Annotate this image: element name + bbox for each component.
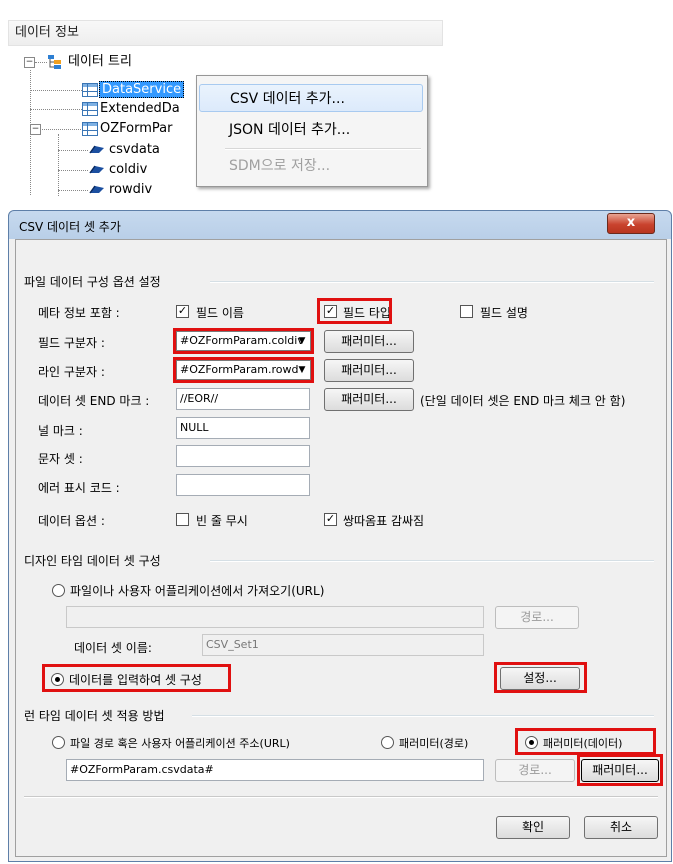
meta-info-label: 메타 정보 포함 : [38,306,120,320]
tree-item-ozformparam[interactable]: OZFormPar [100,120,172,138]
section-divider [210,560,654,562]
tree-field-rowdiv[interactable]: rowdiv [109,181,152,199]
charset-label: 문자 셋 : [38,452,83,466]
runtime-param-button[interactable]: 패러미터... [581,759,659,782]
line-separator-param-button[interactable]: 패러미터... [324,359,414,382]
tree-field-coldiv[interactable]: coldiv [109,161,147,179]
table-icon [82,83,98,97]
error-code-input[interactable] [176,474,310,496]
menu-item-add-csv[interactable]: CSV 데이터 추가... [199,84,423,112]
tree-line [35,129,81,130]
tree-line [30,90,82,91]
field-separator-param-button[interactable]: 패러미터... [324,330,414,353]
tree-item-extended[interactable]: ExtendedDa [100,100,180,118]
field-type-checkbox[interactable]: ✓ [324,305,337,318]
null-mark-label: 널 마크 : [38,424,83,438]
file-options-section-title: 파일 데이터 구성 옵션 설정 [24,275,161,289]
field-icon [89,165,104,174]
bottom-divider [24,796,658,798]
field-name-checkbox[interactable]: ✓ [176,305,189,318]
design-path-button[interactable]: 경로... [495,606,579,629]
menu-item-save-sdm[interactable]: SDM으로 저장... [199,152,423,180]
field-type-label: 필드 타입 [343,306,391,320]
radio-input-data-label: 데이터를 입력하여 셋 구성 [69,673,202,687]
line-separator-label: 라인 구분자 : [38,365,105,379]
radio-input-data[interactable] [51,673,64,686]
tree-line [58,190,88,191]
collapse-icon[interactable]: − [30,124,41,135]
tree-line [30,109,82,110]
field-icon [89,145,104,154]
table-icon [82,102,98,116]
collapse-icon[interactable]: − [24,57,35,68]
line-separator-combo[interactable]: #OZFormParam.rowd ▼ [176,360,311,380]
tree-item-dataservice[interactable]: DataService [99,81,185,99]
tree-line [35,62,47,63]
endmark-note: (단일 데이터 셋은 END 마크 체크 안 함) [420,394,626,408]
skip-empty-lines-label: 빈 줄 무시 [196,514,248,528]
radio-param-path[interactable] [381,736,394,749]
tree-field-csvdata[interactable]: csvdata [109,141,160,159]
endmark-label: 데이터 셋 END 마크 : [38,394,150,408]
tree-item-label: DataService [99,81,185,98]
settings-button[interactable]: 설정... [500,667,580,690]
dataset-name-label: 데이터 셋 이름: [74,641,152,655]
runtime-path-button[interactable]: 경로... [495,759,575,782]
design-section-title: 디자인 타임 데이터 셋 구성 [24,554,161,568]
ok-button[interactable]: 확인 [496,816,570,839]
data-option-label: 데이터 옵션 : [38,514,105,528]
skip-empty-lines-checkbox[interactable] [176,513,189,526]
combo-value: #OZFormParam.coldiv [180,334,304,347]
field-separator-combo[interactable]: #OZFormParam.coldiv ▼ [176,331,311,351]
double-quote-label: 쌍따옴표 감싸짐 [343,514,425,528]
combo-value: #OZFormParam.rowd [180,363,299,376]
dataset-name-input[interactable]: CSV_Set1 [202,634,484,656]
endmark-input[interactable]: //EOR// [176,388,310,410]
dialog-titlebar[interactable]: CSV 데이터 셋 추가 x [9,211,671,239]
csv-dataset-dialog: CSV 데이터 셋 추가 x 파일 데이터 구성 옵션 설정 메타 정보 포함 … [8,210,672,862]
double-quote-checkbox[interactable]: ✓ [324,513,337,526]
context-menu: CSV 데이터 추가... JSON 데이터 추가... SDM으로 저장... [196,75,428,187]
chevron-down-icon: ▼ [298,336,306,346]
radio-param-data-label: 패러미터(데이터) [543,737,623,750]
error-code-label: 에러 표시 코드 : [38,481,120,495]
radio-param-path-label: 패러미터(경로) [399,737,469,750]
radio-param-data[interactable] [525,736,538,749]
field-desc-checkbox[interactable] [460,305,473,318]
field-name-label: 필드 이름 [196,306,244,320]
cancel-button[interactable]: 취소 [584,816,658,839]
tree-line [58,150,88,151]
charset-input[interactable] [176,445,310,467]
table-icon [82,122,98,136]
field-icon [89,185,104,194]
menu-separator [225,148,421,150]
radio-runtime-url[interactable] [52,736,65,749]
design-path-input[interactable] [66,606,484,628]
menu-item-add-json[interactable]: JSON 데이터 추가... [199,116,423,144]
radio-runtime-url-label: 파일 경로 혹은 사용자 어플리케이션 주소(URL) [70,737,290,750]
dialog-client: 파일 데이터 구성 옵션 설정 메타 정보 포함 : ✓ 필드 이름 ✓ 필드 … [15,239,667,857]
chevron-down-icon: ▼ [298,365,306,375]
tree-root-icon [48,55,62,69]
field-separator-label: 필드 구분자 : [38,336,105,350]
endmark-param-button[interactable]: 패러미터... [324,388,414,411]
field-desc-label: 필드 설명 [480,306,528,320]
null-mark-input[interactable]: NULL [176,417,310,439]
tree-root-label[interactable]: 데이터 트리 [68,53,132,71]
dialog-title: CSV 데이터 셋 추가 [19,220,121,234]
radio-import-url[interactable] [52,584,65,597]
tree-line [58,134,59,196]
section-divider [210,281,654,283]
runtime-section-title: 런 타임 데이터 셋 적용 방법 [24,709,165,723]
tree-line [58,170,88,171]
radio-import-url-label: 파일이나 사용자 어플리케이션에서 가져오기(URL) [70,584,325,598]
section-divider [192,715,654,717]
runtime-value-input[interactable]: #OZFormParam.csvdata# [66,759,484,781]
close-button[interactable]: x [607,213,655,234]
data-info-header: 데이터 정보 [8,20,443,46]
